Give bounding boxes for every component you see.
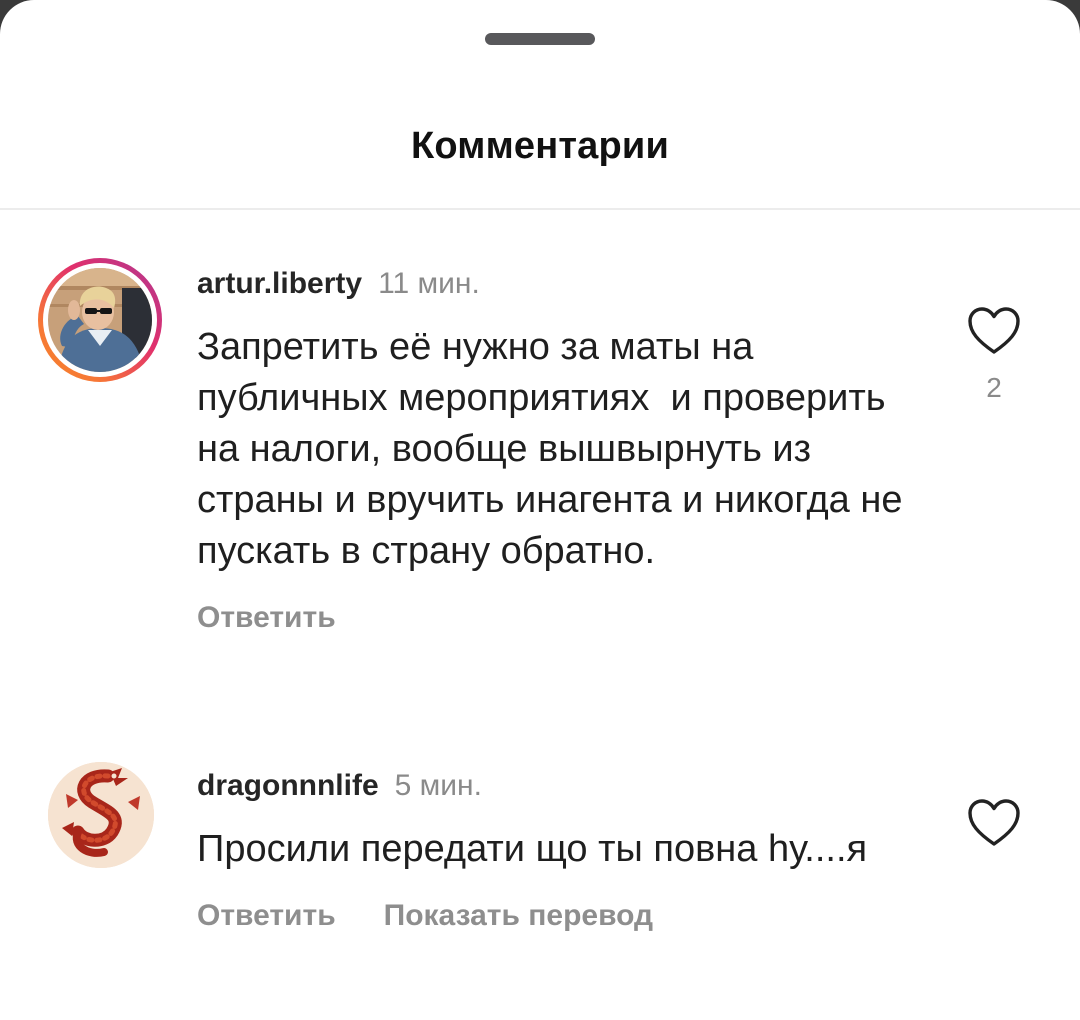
comment-username[interactable]: dragonnnlife — [197, 769, 379, 802]
sheet-drag-handle[interactable] — [485, 33, 595, 45]
dragon-avatar[interactable] — [48, 762, 154, 868]
comment-text: Просили передати що ты повна hу....я — [197, 828, 868, 870]
header-divider — [0, 208, 1080, 210]
sheet-title: Комментарии — [410, 125, 670, 167]
heart-outline-icon[interactable] — [966, 305, 1022, 357]
heart-outline-icon[interactable] — [966, 797, 1022, 849]
avatar-story-ring[interactable] — [38, 258, 162, 382]
show-translation-button[interactable]: Показать перевод — [384, 899, 653, 932]
comment-body: dragonnnlife 5 мин. Просили передати що т… — [197, 764, 917, 933]
comments-bottom-sheet: Комментарии artur.liberty 11 мин. Запрет… — [0, 0, 1080, 1020]
comment-body: artur.liberty 11 мин. Запретить её нужно … — [197, 262, 917, 635]
user-photo-avatar[interactable] — [48, 268, 152, 372]
like-count: 2 — [986, 372, 1002, 403]
comment-actions: Ответить Показать перевод — [197, 899, 917, 933]
comment-actions: Ответить — [197, 601, 917, 635]
comment-meta: dragonnnlife 5 мин. — [197, 764, 917, 808]
comment-username[interactable]: artur.liberty — [197, 267, 362, 300]
comment-meta: artur.liberty 11 мин. — [197, 262, 917, 306]
reply-button[interactable]: Ответить — [197, 899, 336, 932]
comment-timestamp: 11 мин. — [378, 267, 480, 300]
comment-text: Запретить её нужно за маты на публичных … — [197, 326, 914, 572]
comment-timestamp: 5 мин. — [394, 769, 482, 802]
reply-button[interactable]: Ответить — [197, 601, 336, 634]
